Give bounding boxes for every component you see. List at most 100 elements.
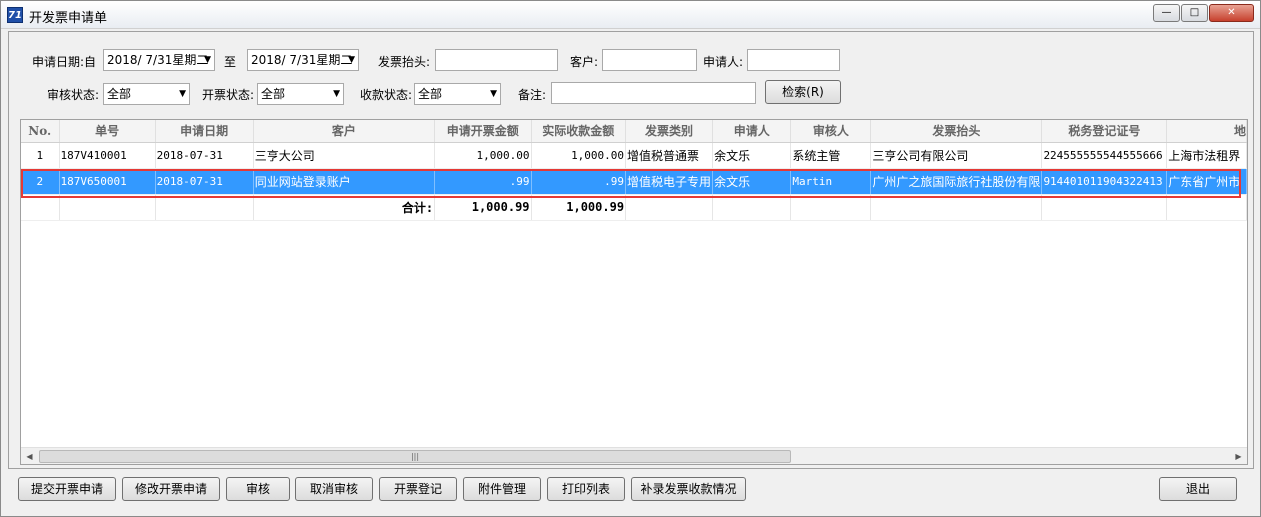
cell-no: 2 — [21, 168, 60, 195]
column-header-invoice-title[interactable]: 发票抬头 — [870, 120, 1043, 143]
cell-actual-amount: .99 — [531, 168, 627, 195]
payment-status-value: 全部 — [418, 87, 443, 101]
chevron-down-icon: ▼ — [204, 55, 211, 65]
column-header-date[interactable]: 申请日期 — [155, 120, 254, 143]
modify-request-button[interactable]: 修改开票申请 — [122, 477, 220, 501]
window-title: 开发票申请单 — [29, 11, 108, 26]
supplement-payment-button[interactable]: 补录发票收款情况 — [631, 477, 746, 501]
cell-tax-id: 224555555544555666 — [1041, 142, 1168, 169]
table-row[interactable]: 1 187V410001 2018-07-31 三亨大公司 1,000.00 1… — [21, 142, 1247, 169]
invoice-request-window: 71 开发票申请单 — □ ✕ 申请日期:自 2018/ 7/31星期二 ▼ 至… — [0, 0, 1261, 517]
invoice-status-label: 开票状态: — [202, 88, 255, 102]
invoice-request-table: No. 单号 申请日期 客户 申请开票金额 实际收款金额 发票类别 申请人 审核… — [20, 119, 1248, 465]
column-header-no[interactable]: No. — [21, 120, 60, 143]
cell-order-no: 187V650001 — [59, 168, 156, 195]
applicant-label: 申请人: — [703, 55, 744, 69]
table-total-row: 合计: 1,000.99 1,000.99 — [21, 194, 1247, 221]
cell-order-no: 187V410001 — [59, 142, 156, 169]
date-from-label: 申请日期:自 — [32, 55, 97, 69]
column-header-customer[interactable]: 客户 — [253, 120, 436, 143]
column-header-auditor[interactable]: 审核人 — [790, 120, 872, 143]
data-table: No. 单号 申请日期 客户 申请开票金额 实际收款金额 发票类别 申请人 审核… — [21, 120, 1247, 221]
app-icon: 71 — [7, 7, 23, 23]
payment-status-select[interactable]: 全部 ▼ — [414, 83, 501, 105]
invoice-status-value: 全部 — [261, 87, 286, 101]
remark-input[interactable] — [551, 82, 756, 104]
close-button[interactable]: ✕ — [1209, 4, 1254, 22]
cell-applicant: 余文乐 — [712, 168, 792, 195]
remark-label: 备注: — [518, 88, 547, 102]
column-header-tax-id[interactable]: 税务登记证号 — [1041, 120, 1168, 143]
cell-empty — [1041, 194, 1168, 221]
cell-empty — [870, 194, 1043, 221]
cell-customer: 同业网站登录账户 — [253, 168, 436, 195]
cell-applicant: 余文乐 — [712, 142, 792, 169]
scroll-right-icon[interactable]: ▶ — [1230, 448, 1247, 464]
column-header-apply-amount[interactable]: 申请开票金额 — [434, 120, 532, 143]
cell-date: 2018-07-31 — [155, 168, 254, 195]
scrollbar-thumb[interactable]: ||| — [39, 450, 791, 463]
customer-label: 客户: — [570, 55, 599, 69]
title-bar: 71 开发票申请单 — □ ✕ — [1, 1, 1260, 29]
cell-empty — [625, 194, 714, 221]
audit-button[interactable]: 审核 — [226, 477, 290, 501]
audit-status-select[interactable]: 全部 ▼ — [103, 83, 190, 105]
table-row-selected[interactable]: 2 187V650001 2018-07-31 同业网站登录账户 .99 .99… — [21, 168, 1247, 195]
chevron-down-icon: ▼ — [179, 89, 186, 99]
total-label: 合计: — [253, 194, 436, 221]
cell-auditor: 系统主管 — [790, 142, 872, 169]
audit-status-label: 审核状态: — [47, 88, 100, 102]
invoice-title-label: 发票抬头: — [378, 55, 431, 69]
attachment-manage-button[interactable]: 附件管理 — [463, 477, 541, 501]
cell-invoice-title: 广州广之旅国际旅行社股份有限 — [870, 168, 1043, 195]
column-header-address[interactable]: 地 — [1166, 120, 1247, 143]
exit-button[interactable]: 退出 — [1159, 477, 1237, 501]
invoice-status-select[interactable]: 全部 ▼ — [257, 83, 344, 105]
cell-empty — [155, 194, 254, 221]
maximize-button[interactable]: □ — [1181, 4, 1208, 22]
total-apply-amount: 1,000.99 — [434, 194, 532, 221]
cell-invoice-type: 增值税普通票 — [625, 142, 714, 169]
date-to-label: 至 — [224, 55, 237, 69]
column-header-actual-amount[interactable]: 实际收款金额 — [531, 120, 627, 143]
cell-tax-id: 914401011904322413 — [1041, 168, 1168, 195]
cell-no: 1 — [21, 142, 60, 169]
chevron-down-icon: ▼ — [348, 55, 355, 65]
cancel-audit-button[interactable]: 取消审核 — [295, 477, 373, 501]
minimize-button[interactable]: — — [1153, 4, 1180, 22]
cell-empty — [21, 194, 60, 221]
cell-customer: 三亨大公司 — [253, 142, 436, 169]
submit-request-button[interactable]: 提交开票申请 — [18, 477, 116, 501]
cell-date: 2018-07-31 — [155, 142, 254, 169]
cell-apply-amount: 1,000.00 — [434, 142, 532, 169]
audit-status-value: 全部 — [107, 87, 132, 101]
column-header-applicant[interactable]: 申请人 — [712, 120, 792, 143]
date-to-picker[interactable]: 2018/ 7/31星期二 ▼ — [247, 49, 359, 71]
scroll-left-icon[interactable]: ◀ — [21, 448, 38, 464]
cell-invoice-title: 三亨公司有限公司 — [870, 142, 1043, 169]
print-list-button[interactable]: 打印列表 — [547, 477, 625, 501]
cell-apply-amount: .99 — [434, 168, 532, 195]
date-from-value: 2018/ 7/31星期二 — [107, 53, 209, 67]
cell-empty — [1166, 194, 1247, 221]
total-actual-amount: 1,000.99 — [531, 194, 627, 221]
date-from-picker[interactable]: 2018/ 7/31星期二 ▼ — [103, 49, 215, 71]
payment-status-label: 收款状态: — [360, 88, 413, 102]
applicant-input[interactable] — [747, 49, 840, 71]
main-panel: 申请日期:自 2018/ 7/31星期二 ▼ 至 2018/ 7/31星期二 ▼… — [8, 31, 1254, 469]
cell-empty — [712, 194, 792, 221]
search-button[interactable]: 检索(R) — [765, 80, 841, 104]
column-header-order-no[interactable]: 单号 — [59, 120, 156, 143]
cell-actual-amount: 1,000.00 — [531, 142, 627, 169]
horizontal-scrollbar[interactable]: ◀ ||| ▶ — [21, 447, 1247, 464]
invoice-register-button[interactable]: 开票登记 — [379, 477, 457, 501]
invoice-title-input[interactable] — [435, 49, 558, 71]
cell-empty — [790, 194, 872, 221]
cell-empty — [59, 194, 156, 221]
column-header-invoice-type[interactable]: 发票类别 — [625, 120, 714, 143]
chevron-down-icon: ▼ — [490, 89, 497, 99]
cell-auditor: Martin — [790, 168, 872, 195]
customer-input[interactable] — [602, 49, 697, 71]
cell-invoice-type: 增值税电子专用 — [625, 168, 714, 195]
date-to-value: 2018/ 7/31星期二 — [251, 53, 353, 67]
